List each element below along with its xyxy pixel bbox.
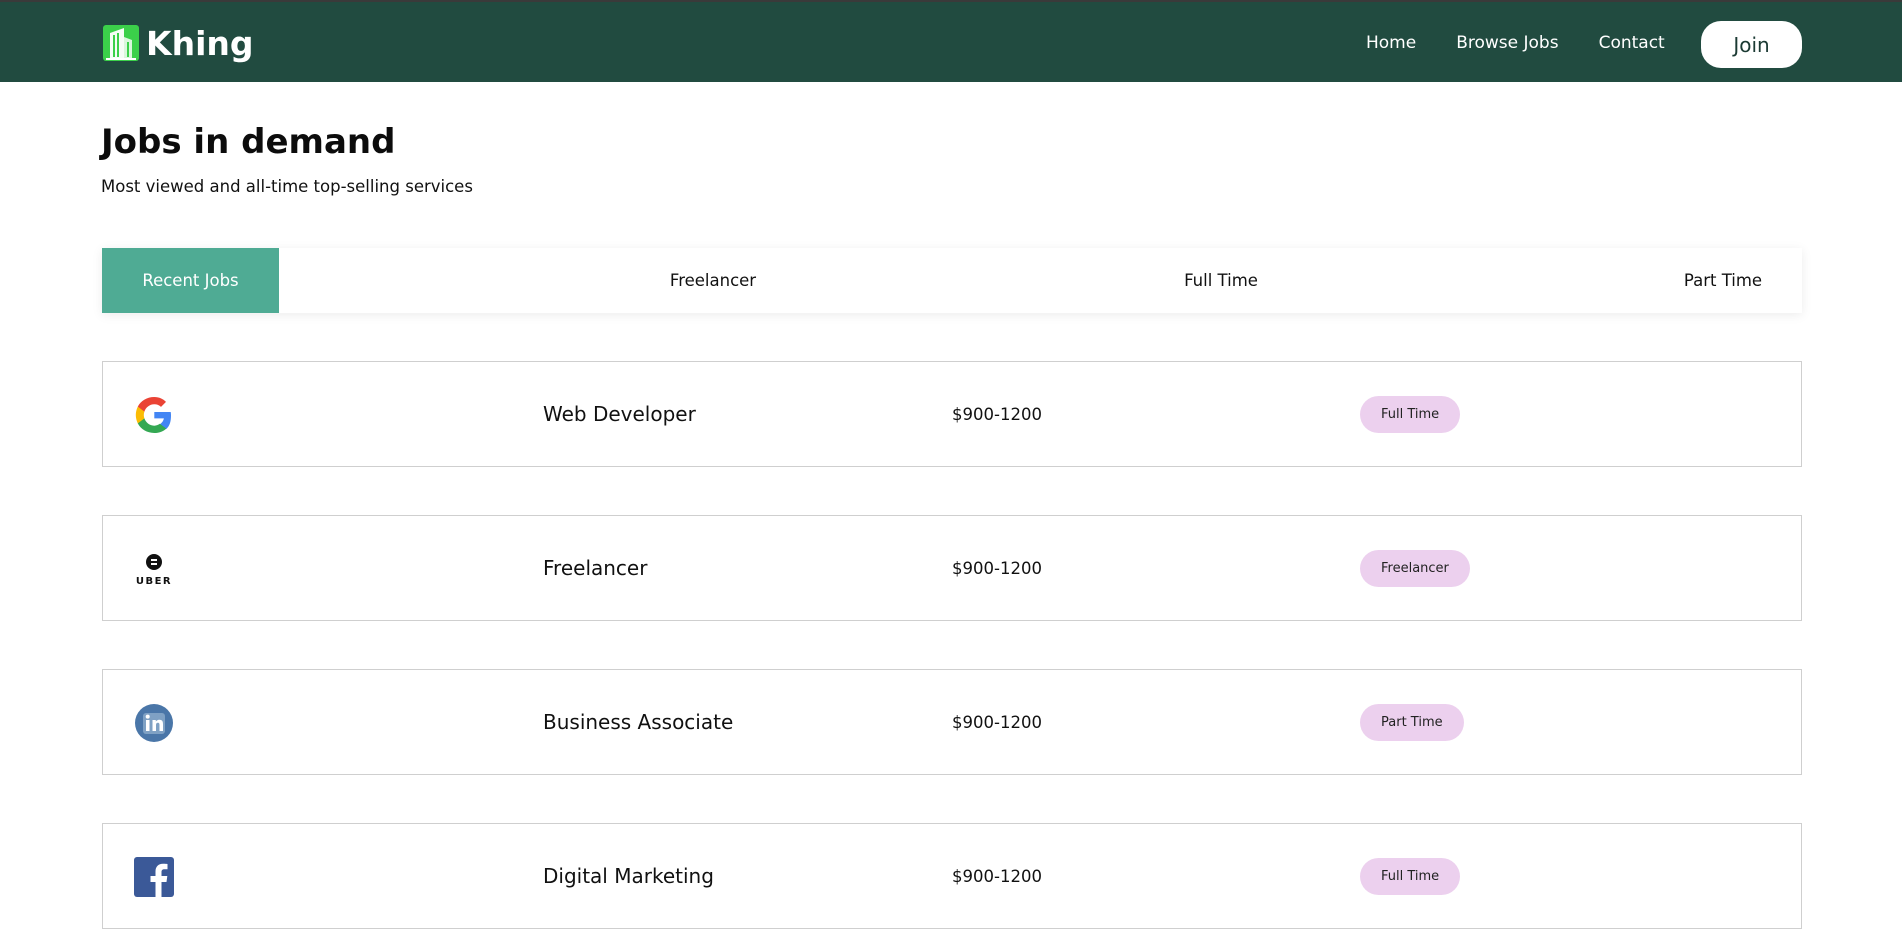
facebook-logo-icon: [134, 857, 174, 897]
google-logo-icon: [135, 397, 171, 433]
nav-browse-jobs[interactable]: Browse Jobs: [1456, 33, 1558, 53]
job-salary: $900-1200: [952, 404, 1042, 424]
main-nav: Home Browse Jobs Contact: [1366, 2, 1705, 84]
job-card[interactable]: Digital Marketing $900-1200 Full Time: [102, 823, 1802, 929]
job-type-tabs: Recent Jobs Freelancer Full Time Part Ti…: [102, 248, 1802, 313]
job-type-badge: Part Time: [1360, 704, 1464, 741]
svg-text:UBER: UBER: [136, 576, 172, 587]
job-title: Business Associate: [543, 710, 734, 734]
job-title: Web Developer: [543, 402, 696, 426]
job-title: Digital Marketing: [543, 864, 714, 888]
job-salary: $900-1200: [952, 866, 1042, 886]
tab-part-time[interactable]: Part Time: [1623, 248, 1823, 313]
job-card[interactable]: Web Developer $900-1200 Full Time: [102, 361, 1802, 467]
brand-logo[interactable]: Khing: [102, 22, 254, 64]
uber-logo-icon: UBER: [136, 554, 172, 587]
job-salary: $900-1200: [952, 712, 1042, 732]
nav-contact[interactable]: Contact: [1599, 33, 1665, 53]
join-button[interactable]: Join: [1701, 21, 1802, 68]
page-title: Jobs in demand: [101, 122, 396, 162]
nav-home[interactable]: Home: [1366, 33, 1416, 53]
job-type-badge: Full Time: [1360, 396, 1461, 433]
linkedin-logo-icon: [135, 704, 173, 742]
job-title: Freelancer: [543, 556, 648, 580]
tab-recent-jobs[interactable]: Recent Jobs: [102, 248, 279, 313]
job-type-badge: Freelancer: [1360, 550, 1470, 587]
job-card[interactable]: UBER Freelancer $900-1200 Freelancer: [102, 515, 1802, 621]
job-type-badge: Full Time: [1360, 858, 1461, 895]
job-salary: $900-1200: [952, 558, 1042, 578]
building-logo-icon: [103, 25, 139, 61]
tab-full-time[interactable]: Full Time: [1121, 248, 1321, 313]
page-subtitle: Most viewed and all-time top-selling ser…: [101, 177, 473, 196]
job-card[interactable]: Business Associate $900-1200 Part Time: [102, 669, 1802, 775]
tab-freelancer[interactable]: Freelancer: [560, 248, 866, 313]
brand-name: Khing: [146, 23, 254, 63]
top-navbar: Khing Home Browse Jobs Contact Join: [0, 0, 1902, 82]
